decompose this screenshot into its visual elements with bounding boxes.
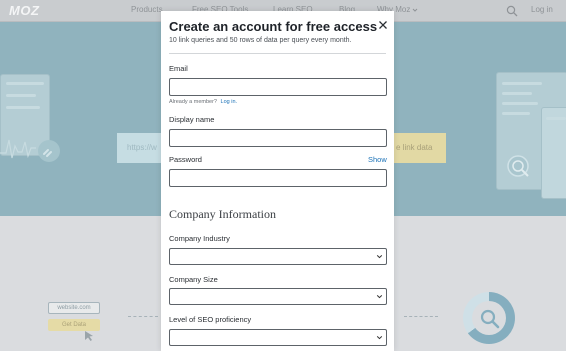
email-field[interactable] (169, 78, 387, 96)
display-name-field[interactable] (169, 129, 387, 147)
illustration-url-box: website.com (48, 302, 100, 314)
company-industry-select[interactable] (169, 248, 387, 265)
line-graph-illustration (0, 139, 60, 162)
chevron-down-icon (376, 255, 383, 259)
display-name-label: Display name (169, 115, 215, 124)
hero-url-input[interactable]: https://w (117, 133, 163, 163)
search-icon[interactable] (506, 4, 518, 17)
illustration-line (6, 106, 40, 109)
magnifier-illustration-icon (507, 155, 529, 177)
nav-products[interactable]: Products (131, 5, 163, 14)
illustration-line (502, 92, 532, 95)
login-link[interactable]: Log in. (221, 99, 238, 105)
dashed-connector (404, 316, 438, 317)
cursor-icon (85, 331, 93, 341)
company-information-heading: Company Information (169, 207, 276, 221)
password-field[interactable] (169, 169, 387, 187)
company-size-label: Company Size (169, 275, 218, 284)
nav-login-link[interactable]: Log in (531, 5, 553, 14)
magnifier-illustration-icon (480, 309, 500, 329)
chevron-down-icon (376, 336, 383, 340)
moz-logo[interactable]: MOZ (9, 3, 39, 18)
illustration-card (541, 107, 566, 199)
email-label: Email (169, 64, 188, 73)
company-industry-label: Company Industry (169, 234, 230, 243)
already-member-text: Already a member? Log in. (169, 99, 237, 105)
chevron-down-icon (412, 6, 418, 15)
dashed-connector (128, 316, 158, 317)
modal-title: Create an account for free access (169, 19, 378, 34)
illustration-line (502, 82, 542, 85)
chevron-down-icon (376, 295, 383, 299)
illustration-line (502, 102, 538, 105)
already-member-label: Already a member? (169, 99, 217, 105)
close-icon[interactable] (378, 17, 388, 29)
illustration-line (546, 117, 566, 120)
seo-proficiency-label: Level of SEO proficiency (169, 315, 252, 324)
illustration-line (502, 112, 530, 115)
company-size-select[interactable] (169, 288, 387, 305)
modal-subtitle: 10 link queries and 50 rows of data per … (169, 37, 352, 44)
divider (169, 53, 386, 54)
illustration-line (6, 82, 44, 85)
password-label: Password (169, 155, 202, 164)
illustration-line (6, 94, 36, 97)
seo-proficiency-select[interactable] (169, 329, 387, 346)
show-password-toggle[interactable]: Show (368, 155, 387, 164)
hero-cta-button[interactable]: e link data (394, 133, 446, 163)
